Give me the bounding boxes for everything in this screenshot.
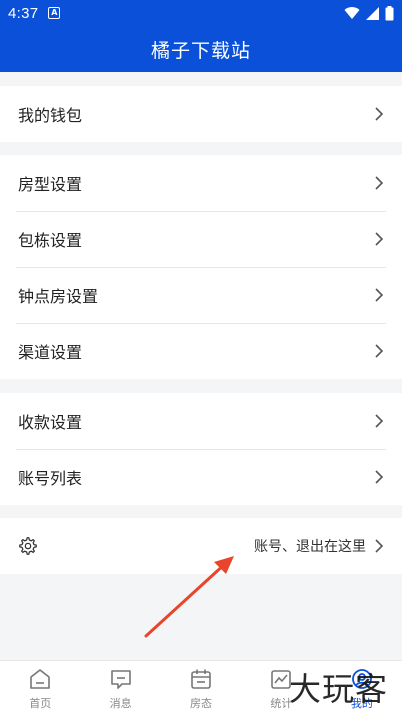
home-icon	[30, 669, 51, 689]
chevron-right-icon	[375, 539, 384, 553]
status-bar: 4:37 A	[0, 0, 402, 26]
menu-item-label: 渠道设置	[18, 343, 83, 362]
message-icon	[110, 670, 131, 689]
account-group: 收款设置 账号列表	[0, 393, 402, 505]
settings-group: 账号、退出在这里	[0, 518, 402, 574]
menu-item-hourly-room[interactable]: 钟点房设置	[0, 267, 402, 323]
page-title: 橘子下载站	[150, 39, 251, 62]
gear-icon	[19, 537, 37, 555]
menu-item-room-type[interactable]: 房型设置	[0, 155, 402, 211]
signal-icon	[366, 6, 379, 20]
wifi-icon	[344, 7, 360, 20]
menu-item-settings[interactable]: 账号、退出在这里	[0, 518, 402, 574]
menu-item-wallet[interactable]: 我的钱包	[0, 86, 402, 142]
tab-label: 消息	[109, 697, 132, 710]
tab-room-status[interactable]: 房态	[161, 661, 241, 716]
menu-item-channel[interactable]: 渠道设置	[0, 323, 402, 379]
battery-icon	[385, 5, 394, 20]
menu-item-label: 收款设置	[18, 413, 83, 432]
room-settings-group: 房型设置 包栋设置 钟点房设置 渠道设置	[0, 155, 402, 379]
menu-item-account-list[interactable]: 账号列表	[0, 449, 402, 505]
menu-item-label: 钟点房设置	[18, 287, 99, 306]
menu-item-label: 房型设置	[18, 175, 83, 194]
chevron-right-icon	[375, 288, 384, 302]
tab-label: 房态	[190, 697, 213, 710]
tab-label: 首页	[29, 697, 52, 710]
menu-item-label: 账号列表	[18, 469, 83, 488]
status-icons	[344, 5, 394, 21]
menu-item-payment[interactable]: 收款设置	[0, 393, 402, 449]
menu-item-label: 我的钱包	[18, 106, 83, 125]
menu-item-label: 包栋设置	[18, 231, 83, 250]
tab-home[interactable]: 首页	[0, 661, 80, 716]
chevron-right-icon	[375, 232, 384, 246]
chevron-right-icon	[375, 414, 384, 428]
chevron-right-icon	[375, 107, 384, 121]
status-time: 4:37	[8, 4, 39, 22]
watermark: 大玩客	[288, 670, 388, 708]
menu-item-whole-building[interactable]: 包栋设置	[0, 211, 402, 267]
chevron-right-icon	[375, 344, 384, 358]
calendar-icon	[191, 669, 211, 689]
notification-icon: A	[48, 7, 61, 19]
app-header: 橘子下载站	[0, 26, 402, 72]
tab-messages[interactable]: 消息	[80, 661, 160, 716]
chevron-right-icon	[375, 176, 384, 190]
chevron-right-icon	[375, 470, 384, 484]
settings-hint: 账号、退出在这里	[254, 539, 366, 555]
wallet-group: 我的钱包	[0, 86, 402, 142]
